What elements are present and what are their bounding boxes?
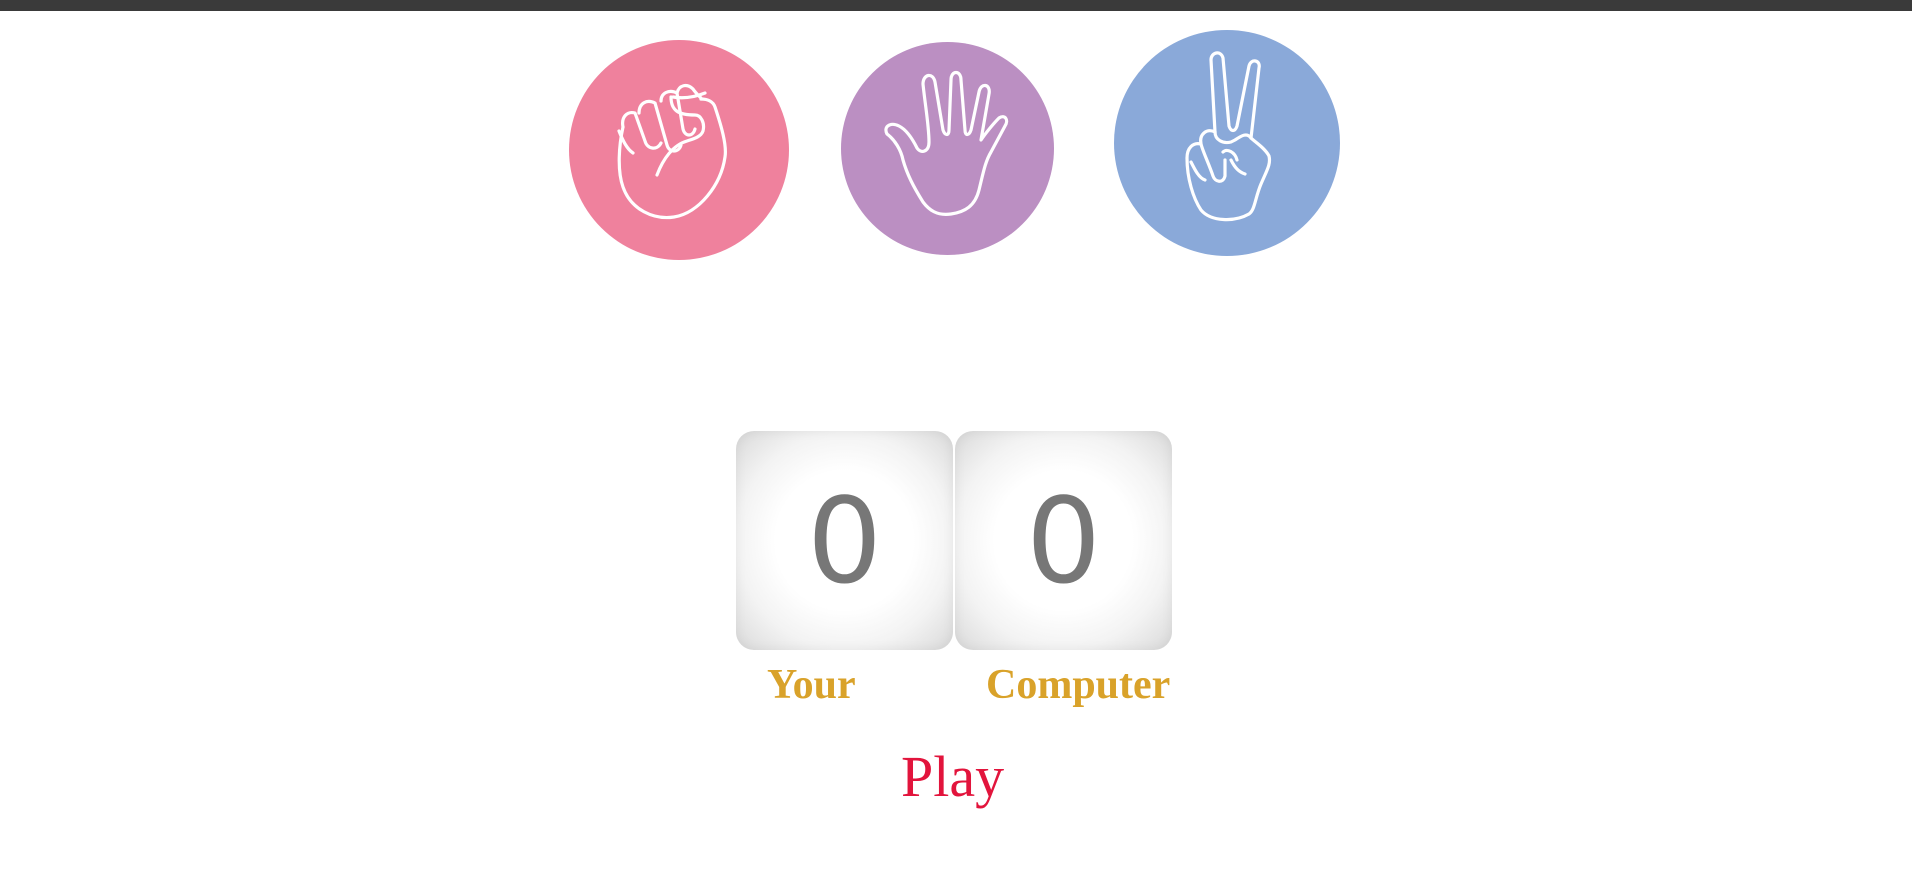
computer-score-label: Computer [986, 662, 1171, 708]
user-score-card: 0 [736, 431, 953, 650]
open-hand-icon [883, 70, 1008, 216]
scissors-choice-button[interactable] [1114, 30, 1340, 256]
top-bar [0, 0, 1912, 11]
computer-score-card: 0 [955, 431, 1172, 650]
computer-score-value: 0 [1025, 471, 1102, 610]
paper-choice-button[interactable] [841, 42, 1054, 255]
peace-sign-hand-icon [1185, 51, 1272, 222]
rock-choice-button[interactable] [569, 40, 789, 260]
user-score-label: Your [767, 662, 856, 708]
play-button[interactable]: Play [901, 748, 1004, 806]
user-score-value: 0 [806, 471, 883, 610]
fist-hand-icon [617, 83, 727, 220]
